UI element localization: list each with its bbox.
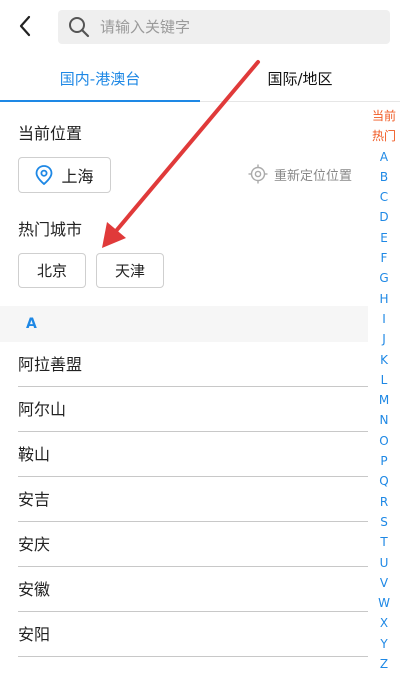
index-item[interactable]: E: [368, 228, 400, 248]
list-item[interactable]: 安徽: [0, 567, 368, 612]
index-item[interactable]: H: [368, 289, 400, 309]
back-button[interactable]: [14, 12, 36, 40]
search-icon: [69, 17, 90, 38]
location-pin-icon: [36, 165, 53, 185]
index-item[interactable]: Z: [368, 654, 400, 674]
locate-target-icon: [248, 164, 268, 184]
index-item[interactable]: I: [368, 309, 400, 329]
index-item[interactable]: Y: [368, 634, 400, 654]
index-item[interactable]: B: [368, 167, 400, 187]
index-item[interactable]: L: [368, 370, 400, 390]
index-item[interactable]: V: [368, 573, 400, 593]
list-item[interactable]: 阿尔山: [0, 387, 368, 432]
list-item[interactable]: 安阳: [0, 612, 368, 657]
list-item[interactable]: 阿拉善盟: [0, 342, 368, 387]
index-item[interactable]: T: [368, 532, 400, 552]
search-input[interactable]: [100, 10, 380, 44]
list-item[interactable]: 安吉: [0, 477, 368, 522]
top-bar: [0, 0, 400, 54]
city-name: 阿拉善盟: [18, 355, 83, 374]
chevron-left-icon: [19, 15, 31, 37]
tab-international[interactable]: 国际/地区: [200, 54, 400, 102]
index-item[interactable]: S: [368, 512, 400, 532]
index-item[interactable]: 当前: [368, 106, 400, 126]
index-item[interactable]: J: [368, 329, 400, 349]
index-item[interactable]: K: [368, 350, 400, 370]
index-item[interactable]: Q: [368, 471, 400, 491]
city-name: 安徽: [18, 580, 51, 599]
index-item[interactable]: C: [368, 187, 400, 207]
index-item[interactable]: O: [368, 431, 400, 451]
city-name: 鞍山: [18, 445, 51, 464]
index-item[interactable]: D: [368, 207, 400, 227]
current-location-title: 当前位置: [18, 124, 83, 143]
index-item[interactable]: M: [368, 390, 400, 410]
search-box[interactable]: [58, 10, 390, 44]
index-item[interactable]: N: [368, 410, 400, 430]
active-tab-indicator: [0, 100, 200, 102]
hot-cities-title: 热门城市: [18, 220, 83, 239]
index-item[interactable]: P: [368, 451, 400, 471]
relocate-label: 重新定位位置: [274, 168, 353, 184]
list-item[interactable]: 安庆: [0, 522, 368, 567]
index-item[interactable]: 热门: [368, 126, 400, 146]
current-city-button[interactable]: 上海: [18, 157, 111, 193]
index-item[interactable]: W: [368, 593, 400, 613]
city-name: 安阳: [18, 625, 51, 644]
hot-city-button[interactable]: 北京: [18, 253, 86, 288]
index-item[interactable]: A: [368, 147, 400, 167]
index-item[interactable]: G: [368, 268, 400, 288]
alphabet-index-bar[interactable]: 当前 热门 A B C D E F G H I J K L M N O P Q …: [368, 106, 400, 674]
relocate-button[interactable]: 重新定位位置: [248, 163, 352, 185]
city-name: 阿尔山: [18, 400, 67, 419]
index-item[interactable]: R: [368, 492, 400, 512]
current-city-label: 上海: [61, 167, 94, 186]
index-item[interactable]: U: [368, 553, 400, 573]
index-item[interactable]: F: [368, 248, 400, 268]
group-header-a: A: [0, 306, 368, 342]
city-name: 安庆: [18, 535, 51, 554]
city-name: 安吉: [18, 490, 51, 509]
region-tabs: 国内-港澳台 国际/地区: [0, 54, 400, 102]
tab-domestic[interactable]: 国内-港澳台: [0, 54, 200, 102]
index-item[interactable]: X: [368, 613, 400, 633]
city-list: 阿拉善盟 阿尔山 鞍山 安吉 安庆 安徽 安阳: [0, 342, 368, 657]
list-item[interactable]: 鞍山: [0, 432, 368, 477]
hot-city-button[interactable]: 天津: [96, 253, 164, 288]
